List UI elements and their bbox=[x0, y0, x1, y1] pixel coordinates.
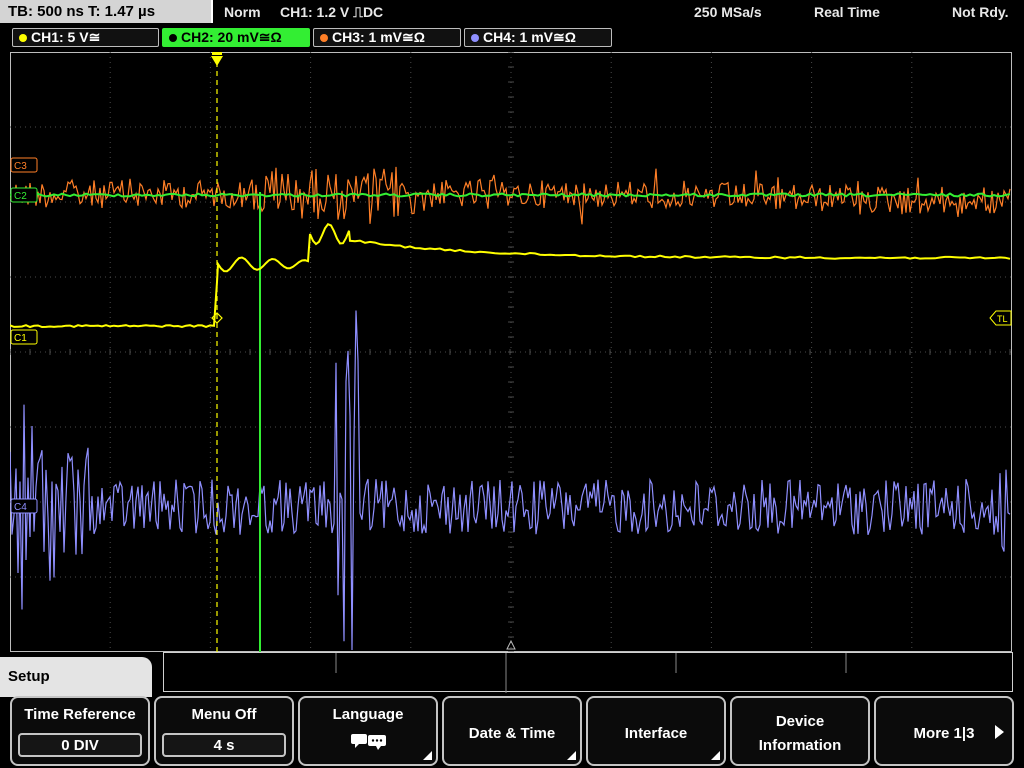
info-strip-dividers bbox=[335, 653, 847, 693]
more-label: More 1|3 bbox=[913, 725, 975, 742]
timebase-display[interactable]: TB: 500 ns T: 1.47 µs bbox=[0, 0, 213, 23]
acquisition-mode: Real Time bbox=[814, 4, 880, 20]
speech-bubbles-icon bbox=[351, 734, 386, 750]
softkey-bar: Time Reference 0 DIV Menu Off 4 s Langua… bbox=[0, 694, 1024, 768]
date-time-softkey[interactable]: Date & Time bbox=[442, 696, 582, 766]
menu-off-value[interactable]: 4 s bbox=[162, 733, 286, 757]
device-information-line1: Device bbox=[775, 713, 825, 730]
channel-2-button[interactable]: CH2: 20 mV≅Ω bbox=[162, 28, 310, 47]
date-time-submenu-icon bbox=[567, 751, 576, 760]
ch3-marker-label: C3 bbox=[14, 161, 27, 172]
channel-2-label: CH2: 20 mV≅Ω bbox=[181, 29, 282, 45]
ch1-offset-marker[interactable]: C1 bbox=[10, 329, 38, 345]
ch3-offset-marker[interactable]: C3 bbox=[10, 157, 38, 173]
trigger-level-label: TL bbox=[997, 314, 1008, 324]
ch1-marker-label: C1 bbox=[14, 333, 27, 344]
channel-bar: CH1: 5 V≅ CH2: 20 mV≅Ω CH3: 1 mV≅Ω CH4: … bbox=[0, 26, 1024, 48]
top-status-bar: TB: 500 ns T: 1.47 µs Norm CH1: 1.2 V ⎍D… bbox=[0, 0, 1024, 24]
menu-title-tab: Setup bbox=[0, 657, 152, 697]
channel-2-dot-icon bbox=[169, 34, 177, 42]
ch2-marker-label: C2 bbox=[14, 191, 27, 202]
channel-4-label: CH4: 1 mV≅Ω bbox=[483, 29, 576, 45]
ch4-offset-marker[interactable]: C4 bbox=[10, 498, 38, 514]
language-label: Language bbox=[332, 706, 404, 723]
language-softkey[interactable]: Language bbox=[298, 696, 438, 766]
channel-3-dot-icon bbox=[320, 34, 328, 42]
ch2-offset-marker[interactable]: C2 bbox=[10, 187, 38, 203]
channel-1-label: CH1: 5 V≅ bbox=[31, 29, 101, 45]
ch4-marker-label: C4 bbox=[14, 502, 27, 513]
time-reference-value[interactable]: 0 DIV bbox=[18, 733, 142, 757]
time-reference-label: Time Reference bbox=[24, 706, 136, 723]
interface-submenu-icon bbox=[711, 751, 720, 760]
trigger-status: Not Rdy. bbox=[952, 4, 1009, 20]
device-information-line2: Information bbox=[758, 737, 842, 754]
waveform-display[interactable]: C3 C2 C1 C4 TL bbox=[9, 51, 1012, 653]
date-time-label: Date & Time bbox=[468, 725, 556, 742]
interface-label: Interface bbox=[624, 725, 688, 742]
trigger-position-cap bbox=[212, 52, 222, 55]
device-information-softkey[interactable]: Device Information bbox=[730, 696, 870, 766]
menu-off-label: Menu Off bbox=[191, 706, 257, 723]
time-reference-softkey[interactable]: Time Reference 0 DIV bbox=[10, 696, 150, 766]
trigger-mode[interactable]: Norm bbox=[224, 0, 261, 24]
channel-4-button[interactable]: CH4: 1 mV≅Ω bbox=[464, 28, 612, 47]
channel-3-button[interactable]: CH3: 1 mV≅Ω bbox=[313, 28, 461, 47]
channel-1-dot-icon bbox=[19, 34, 27, 42]
channel-3-label: CH3: 1 mV≅Ω bbox=[332, 29, 425, 45]
waveform-canvas: C3 C2 C1 C4 TL bbox=[9, 51, 1012, 653]
channel-1-button[interactable]: CH1: 5 V≅ bbox=[12, 28, 159, 47]
language-submenu-icon bbox=[423, 751, 432, 760]
next-page-arrow-icon bbox=[995, 725, 1004, 739]
channel-4-dot-icon bbox=[471, 34, 479, 42]
menu-off-softkey[interactable]: Menu Off 4 s bbox=[154, 696, 294, 766]
more-softkey[interactable]: More 1|3 bbox=[874, 696, 1014, 766]
sample-rate: 250 MSa/s bbox=[694, 4, 762, 20]
trigger-source[interactable]: CH1: 1.2 V ⎍DC bbox=[280, 0, 383, 24]
info-strip bbox=[163, 652, 1013, 693]
interface-softkey[interactable]: Interface bbox=[586, 696, 726, 766]
